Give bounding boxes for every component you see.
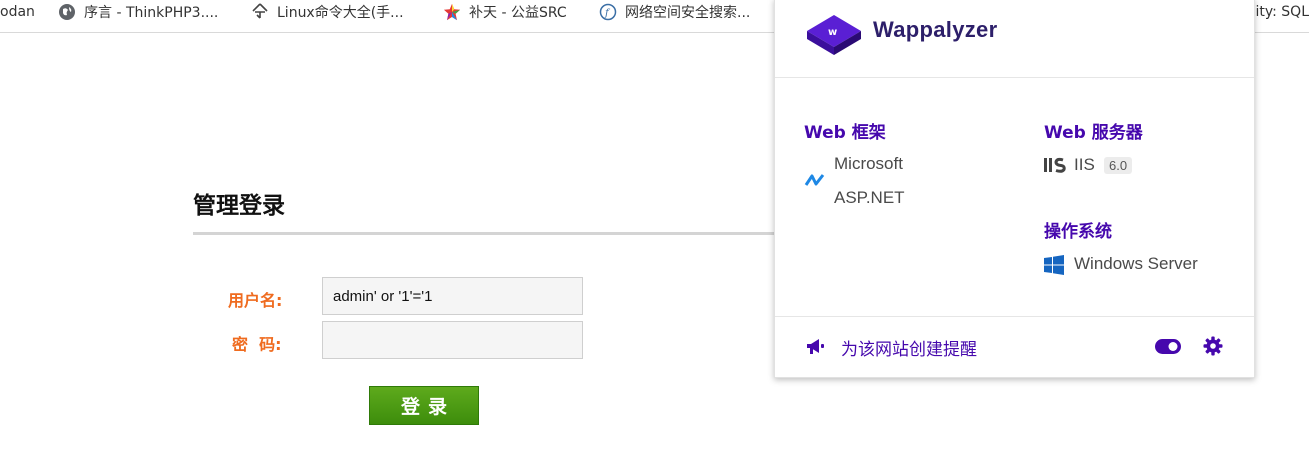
tech-name-aspnet-line1[interactable]: Microsoft: [834, 154, 903, 174]
bookmark-label: odan: [0, 4, 35, 20]
theme-toggle[interactable]: [1155, 339, 1181, 354]
bookmark-overflow-text[interactable]: ity: SQL: [1255, 0, 1309, 24]
tech-name-windows-server[interactable]: Windows Server: [1074, 254, 1198, 274]
popup-footer: 为该网站创建提醒: [775, 316, 1254, 378]
category-title-web-framework[interactable]: Web 框架: [804, 118, 886, 143]
svg-text:w: w: [828, 27, 837, 38]
butian-star-icon: [443, 3, 461, 21]
login-submit-button[interactable]: 登录: [369, 386, 479, 425]
tech-name-aspnet-line2[interactable]: ASP.NET: [834, 188, 905, 208]
wappalyzer-brand: Wappalyzer: [873, 17, 998, 42]
category-title-web-server[interactable]: Web 服务器: [1044, 118, 1143, 143]
username-label: 用户名:: [228, 291, 283, 310]
windows-icon: [1044, 255, 1064, 275]
wappalyzer-logo-icon: w: [803, 9, 865, 61]
bookmark-item-shodan[interactable]: odan: [0, 0, 35, 24]
wappalyzer-popup: w Wappalyzer Web 框架 Microsoft ASP.NET We…: [774, 0, 1255, 378]
bookmark-label: 序言 - ThinkPHP3....: [84, 5, 219, 21]
page-title: 管理登录: [193, 193, 285, 219]
bookmark-item-thinkphp[interactable]: 序言 - ThinkPHP3....: [58, 0, 218, 24]
popup-header: w Wappalyzer: [775, 0, 1254, 78]
fofa-icon: f: [599, 3, 617, 21]
bookmark-item-fofa[interactable]: f 网络空间安全搜索...: [599, 0, 750, 24]
create-alert-link[interactable]: 为该网站创建提醒: [841, 335, 977, 360]
bookmark-label: 网络空间安全搜索...: [625, 5, 751, 21]
iis-icon: [1043, 156, 1067, 174]
category-title-os[interactable]: 操作系统: [1044, 217, 1112, 242]
version-badge: 6.0: [1104, 157, 1133, 174]
title-divider: [193, 232, 793, 235]
bookmark-item-linux[interactable]: Linux命令大全(手...: [251, 0, 404, 24]
megaphone-icon[interactable]: [806, 338, 826, 356]
settings-gear-icon[interactable]: [1203, 336, 1223, 356]
svg-text:f: f: [604, 8, 611, 19]
password-label: 密 码:: [232, 335, 282, 354]
aspnet-icon: [804, 171, 826, 189]
linux-command-icon: [251, 3, 269, 21]
globe-icon: [58, 3, 76, 21]
bookmark-label: 补天 - 公益SRC: [469, 5, 567, 21]
password-input[interactable]: [322, 321, 583, 359]
tech-name-iis[interactable]: IIS: [1074, 155, 1095, 175]
username-input[interactable]: [322, 277, 583, 315]
bookmark-item-butian[interactable]: 补天 - 公益SRC: [443, 0, 567, 24]
bookmark-label: Linux命令大全(手...: [277, 5, 404, 21]
